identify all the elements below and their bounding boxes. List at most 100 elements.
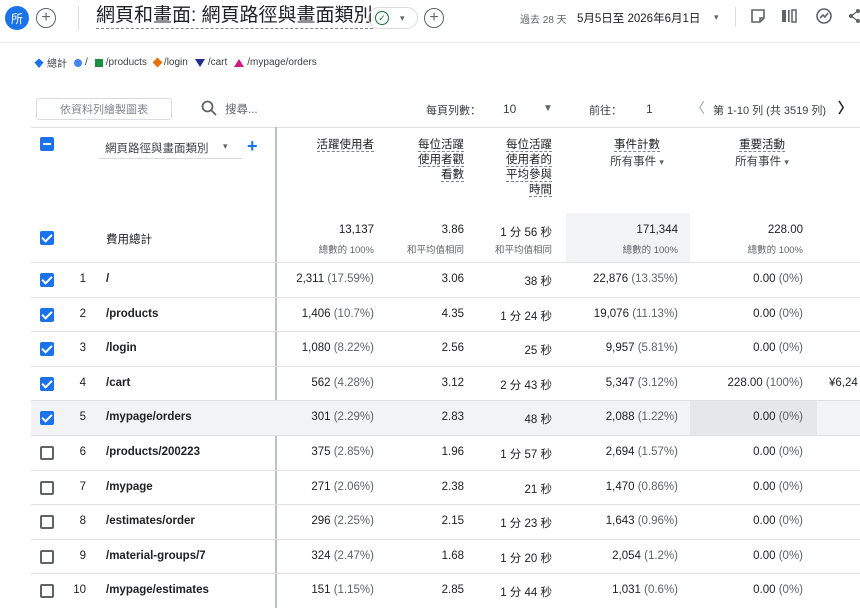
property-avatar[interactable]: 所 — [5, 6, 29, 30]
row-index: 4 — [79, 377, 86, 389]
cell-percent: (0%) — [778, 550, 803, 562]
key-events-cell: 0.00 (0%) — [691, 550, 803, 562]
cell-percent: (0%) — [778, 515, 803, 527]
chevron-down-icon: ▾ — [784, 157, 789, 167]
avg-engagement-cell: 1 分 57 秒 — [500, 449, 552, 461]
customize-report-icon[interactable] — [749, 7, 767, 25]
rows-per-page-label: 每頁列數： — [426, 105, 481, 117]
cell-percent: (0%) — [778, 481, 803, 493]
column-header-line: 事件計數 — [614, 139, 660, 152]
column-header-views-per-user[interactable]: 每位活躍 使用者觀 看數 — [395, 138, 464, 183]
row-checkbox[interactable] — [40, 342, 54, 356]
event-count-cell: 9,957 (5.81%) — [571, 342, 678, 354]
event-count-cell: 2,054 (1.2%) — [571, 550, 678, 562]
page-path-cell[interactable]: /login — [106, 342, 137, 354]
next-page-icon[interactable]: 〉 — [838, 98, 852, 118]
row-checkbox[interactable] — [40, 515, 54, 529]
legend-item-login[interactable]: /login — [152, 57, 188, 68]
page-path-cell[interactable]: /mypage/orders — [106, 411, 192, 423]
page-path-cell[interactable]: /mypage/estimates — [106, 584, 209, 596]
total-sub: 總數的 100% — [318, 245, 374, 256]
insights-icon[interactable] — [815, 7, 833, 25]
row-checkbox[interactable] — [40, 273, 54, 287]
search-input[interactable]: 搜尋... — [225, 101, 258, 117]
table-row[interactable]: 9/material-groups/7 324 (2.47%) 1.68 1 分 20… — [31, 539, 860, 575]
cell-percent: (0%) — [778, 308, 803, 320]
legend-item-root[interactable]: / — [74, 57, 88, 68]
cell-value: 22,876 — [592, 273, 629, 285]
row-checkbox[interactable] — [40, 377, 54, 391]
legend-item-total[interactable]: 總計 — [34, 55, 67, 70]
total-sub: 總數的 100% — [747, 245, 803, 256]
page-path-cell[interactable]: /mypage — [106, 481, 153, 493]
table-row[interactable]: 1 / 2,311 (17.59%) 3.06 38 秒 22,876 (13.35%) 0… — [31, 262, 860, 298]
legend-item-products[interactable]: /products — [94, 57, 147, 68]
page-path-cell[interactable]: /products/200223 — [106, 446, 200, 458]
goto-input[interactable]: 1 — [646, 102, 653, 116]
prev-page-icon[interactable]: 〈 — [691, 98, 705, 118]
table-row[interactable]: 2/products 1,406 (10.7%) 4.35 1 分 24 秒 19,07… — [31, 297, 860, 333]
row-checkbox[interactable] — [40, 308, 54, 322]
triangle-down-marker-icon — [194, 58, 205, 67]
cell-value: 151 — [311, 584, 331, 596]
table-row[interactable]: 7/mypage 271 (2.06%) 2.38 21 秒 1,470 (0.86%)… — [31, 470, 860, 506]
table-row[interactable]: 5/mypage/orders 301 (2.29%) 2.83 48 秒 2,088 … — [31, 400, 860, 436]
total-views-per-user: 3.86 — [441, 224, 464, 236]
share-icon[interactable] — [848, 8, 860, 24]
column-header-avg-engagement[interactable]: 每位活躍 使用者的 平均參與 時間 — [482, 138, 552, 198]
add-comparison-button[interactable]: + — [424, 8, 444, 28]
total-sub: 和平均值相同 — [494, 245, 552, 256]
page-path-cell[interactable]: / — [106, 273, 109, 285]
dimension-select[interactable]: 網頁路徑與畫面類別 ▾ — [99, 138, 242, 159]
cell-percent: (4.28%) — [333, 377, 374, 389]
rows-per-page-select[interactable]: 10 ▼ — [494, 98, 554, 120]
table-row[interactable]: 8/estimates/order 296 (2.25%) 2.15 1 分 23 秒… — [31, 504, 860, 540]
event-filter-select[interactable]: 所有事件 — [735, 156, 781, 168]
report-status-dropdown[interactable]: ✓ ▾ — [368, 7, 418, 29]
views-per-user-cell: 2.15 — [441, 515, 464, 527]
column-header-event-count[interactable]: 事件計數 所有事件 ▾ — [596, 138, 678, 170]
avg-engagement-cell: 1 分 20 秒 — [500, 553, 552, 565]
compare-icon[interactable] — [780, 7, 798, 25]
avg-engagement-cell: 2 分 43 秒 — [500, 380, 552, 392]
page-path-cell[interactable]: /products — [106, 308, 158, 320]
column-header-key-events[interactable]: 重要活動 所有事件 ▾ — [721, 138, 803, 170]
page-path-cell[interactable]: /material-groups/7 — [106, 550, 206, 562]
column-header-active-users[interactable]: 活躍使用者 — [296, 138, 374, 153]
table-row[interactable]: 10/mypage/estimates 151 (1.15%) 2.85 1 分 44… — [31, 573, 860, 609]
page-path-cell[interactable]: /estimates/order — [106, 515, 195, 527]
date-chevron-down-icon[interactable]: ▾ — [714, 12, 719, 23]
chevron-down-icon: ▾ — [223, 141, 228, 151]
search-icon[interactable] — [200, 99, 218, 117]
row-checkbox[interactable] — [40, 584, 54, 598]
row-checkbox[interactable] — [40, 550, 54, 564]
avg-engagement-cell: 25 秒 — [524, 345, 553, 357]
active-users-cell: 271 (2.06%) — [271, 481, 374, 493]
add-dimension-button[interactable]: + — [247, 136, 258, 157]
avg-engagement-cell: 1 分 24 秒 — [500, 311, 552, 323]
row-checkbox[interactable] — [40, 411, 54, 425]
table-row[interactable]: 3/login 1,080 (8.22%) 2.56 25 秒 9,957 (5.81%… — [31, 331, 860, 367]
row-checkbox[interactable] — [40, 446, 54, 460]
totals-checkbox[interactable] — [40, 231, 54, 245]
page-path-cell[interactable]: /cart — [106, 377, 130, 389]
date-range-label: 過去 28 天 — [520, 15, 567, 26]
row-index: 10 — [73, 584, 86, 596]
plot-rows-button[interactable]: 依資料列繪製圖表 — [36, 98, 172, 120]
table-row[interactable]: 6/products/200223 375 (2.85%) 1.96 1 分 57 秒… — [31, 435, 860, 471]
legend-item-cart[interactable]: /cart — [194, 57, 227, 68]
totals-label: 費用總計 — [106, 234, 152, 246]
table-row[interactable]: 4/cart 562 (4.28%) 3.12 2 分 43 秒 5,347 (3.12… — [31, 366, 860, 402]
add-comparison-icon[interactable]: + — [36, 8, 56, 28]
cell-value: 0.00 — [753, 481, 776, 493]
page-title: 網頁和畫面: 網頁路徑與畫面類別 — [96, 4, 373, 29]
event-filter-select[interactable]: 所有事件 — [610, 156, 656, 168]
select-all-checkbox[interactable] — [40, 137, 54, 151]
cell-value: 324 — [311, 550, 331, 562]
legend-item-mypage-orders[interactable]: /mypage/orders — [234, 57, 317, 68]
dimension-select-label: 網頁路徑與畫面類別 — [105, 143, 209, 155]
cell-value: 0.00 — [753, 411, 776, 423]
row-checkbox[interactable] — [40, 481, 54, 495]
date-range-picker[interactable]: 5月5日至 2026年6月1日 — [577, 10, 700, 26]
cell-value: 1,406 — [301, 308, 331, 320]
